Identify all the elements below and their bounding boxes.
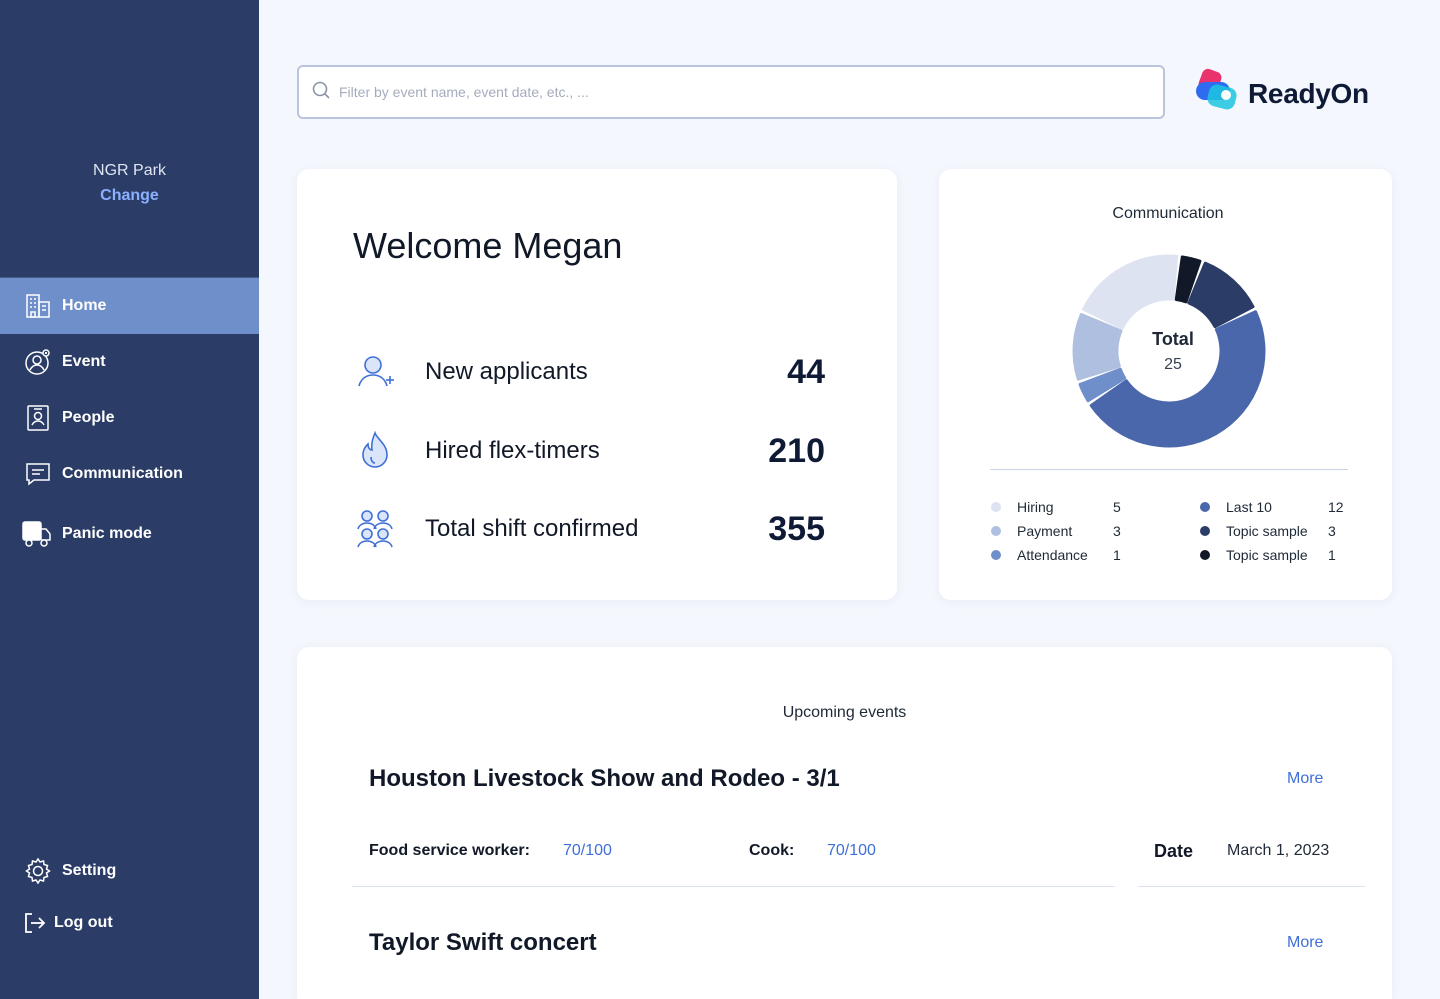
event-role-count[interactable]: 70/100 (827, 842, 876, 860)
legend-dot (991, 550, 1001, 560)
truck-icon (22, 520, 52, 548)
search-bar (297, 65, 1165, 119)
legend-item: Topic sample 3 (1200, 519, 1348, 543)
readyon-logo-icon (1194, 68, 1240, 119)
stat-new-applicants: New applicants 44 (353, 347, 825, 397)
divider (990, 469, 1348, 470)
events-title: Upcoming events (782, 704, 907, 721)
add-user-icon (353, 348, 401, 396)
communication-card: Communication Total 25 Hiring 5 Payment … (939, 169, 1392, 600)
sidebar-nav: Home Event People Communication Panic mo… (0, 277, 259, 562)
brand-logo: ReadyOn (1194, 68, 1369, 119)
legend-name: Hiring (1017, 499, 1054, 515)
sidebar-item-panic-mode[interactable]: Panic mode (0, 506, 259, 562)
badge-icon (24, 404, 52, 432)
sidebar-item-logout[interactable]: Log out (0, 897, 259, 949)
event-name: Houston Livestock Show and Rodeo - 3/1 (369, 765, 840, 792)
legend-right: Last 10 12 Topic sample 3 Topic sample 1 (1200, 495, 1348, 567)
legend-value: 1 (1113, 547, 1121, 563)
event-name: Taylor Swift concert (369, 929, 597, 956)
communication-title: Communication (1112, 205, 1224, 222)
org-name: NGR Park (93, 162, 166, 179)
welcome-title: Welcome Megan (353, 225, 623, 266)
legend-value: 5 (1113, 499, 1121, 515)
stat-hired-flex-timers: Hired flex-timers 210 (353, 426, 825, 476)
legend-value: 12 (1328, 499, 1344, 515)
donut-total-label: Total (1152, 329, 1194, 349)
event-icon (24, 348, 52, 376)
legend-value: 3 (1113, 523, 1121, 539)
legend-item: Last 10 12 (1200, 495, 1348, 519)
donut-total-value: 25 (1164, 356, 1182, 373)
sidebar: NGR Park Change Home Event People Commun… (0, 0, 259, 999)
stat-total-shift-confirmed: Total shift confirmed 355 (353, 504, 825, 554)
sidebar-item-communication[interactable]: Communication (0, 446, 259, 502)
legend-item: Topic sample 1 (1200, 543, 1348, 567)
sidebar-item-label: People (62, 409, 115, 426)
search-icon (311, 80, 331, 105)
legend-name: Topic sample (1226, 523, 1308, 539)
sidebar-item-home[interactable]: Home (0, 278, 259, 334)
sidebar-item-label: Event (62, 353, 106, 370)
sidebar-bottom-nav: Setting Log out (0, 845, 259, 949)
legend-name: Attendance (1017, 547, 1088, 563)
sidebar-item-label: Home (62, 297, 107, 314)
event-role-label: Food service worker: (369, 842, 530, 859)
legend-item: Attendance 1 (991, 543, 1133, 567)
event-role-label: Cook: (749, 842, 795, 859)
legend-name: Topic sample (1226, 547, 1308, 563)
legend-dot (1200, 550, 1210, 560)
upcoming-events-card: Upcoming events Houston Livestock Show a… (297, 647, 1392, 999)
flame-icon (353, 427, 401, 475)
org-change-link[interactable]: Change (0, 186, 259, 206)
group-icon (353, 505, 401, 553)
sidebar-item-label: Setting (62, 862, 117, 879)
legend-name: Payment (1017, 523, 1073, 539)
logout-icon (22, 909, 46, 937)
message-icon (24, 460, 52, 488)
legend-name: Last 10 (1226, 499, 1272, 515)
sidebar-item-people[interactable]: People (0, 390, 259, 446)
stat-value: 355 (768, 509, 825, 548)
sidebar-item-label: Panic mode (62, 525, 152, 542)
building-icon (24, 292, 52, 320)
legend-dot (1200, 526, 1210, 536)
event-more-link[interactable]: More (1287, 934, 1323, 952)
legend-dot (1200, 502, 1210, 512)
legend-dot (991, 526, 1001, 536)
event-role-count[interactable]: 70/100 (563, 842, 612, 860)
sidebar-item-label: Log out (54, 914, 113, 931)
legend-left: Hiring 5 Payment 3 Attendance 1 (991, 495, 1133, 567)
legend-value: 3 (1328, 523, 1336, 539)
org-switcher: NGR Park Change (0, 161, 259, 206)
sidebar-item-setting[interactable]: Setting (0, 845, 259, 897)
search-input[interactable] (339, 84, 1163, 100)
sidebar-item-label: Communication (62, 465, 183, 482)
stat-label: New applicants (425, 358, 588, 385)
welcome-card: Welcome Megan New applicants 44 Hired fl… (297, 169, 897, 600)
event-more-link[interactable]: More (1287, 770, 1323, 788)
stat-value: 44 (787, 352, 825, 391)
stat-label: Total shift confirmed (425, 515, 639, 542)
sidebar-item-event[interactable]: Event (0, 334, 259, 390)
legend-item: Payment 3 (991, 519, 1133, 543)
stat-value: 210 (768, 431, 825, 470)
legend-item: Hiring 5 (991, 495, 1133, 519)
donut-total: Total 25 (1111, 329, 1235, 374)
gear-icon (24, 857, 52, 885)
legend-dot (991, 502, 1001, 512)
event-date-label: Date (1154, 841, 1194, 861)
event-divider (1138, 886, 1365, 887)
donut-segment-hiring[interactable] (1082, 254, 1179, 330)
event-divider (352, 886, 1115, 887)
legend-value: 1 (1328, 547, 1336, 563)
brand-name: ReadyOn (1248, 77, 1369, 109)
event-date: March 1, 2023 (1227, 842, 1330, 859)
stat-label: Hired flex-timers (425, 437, 600, 464)
